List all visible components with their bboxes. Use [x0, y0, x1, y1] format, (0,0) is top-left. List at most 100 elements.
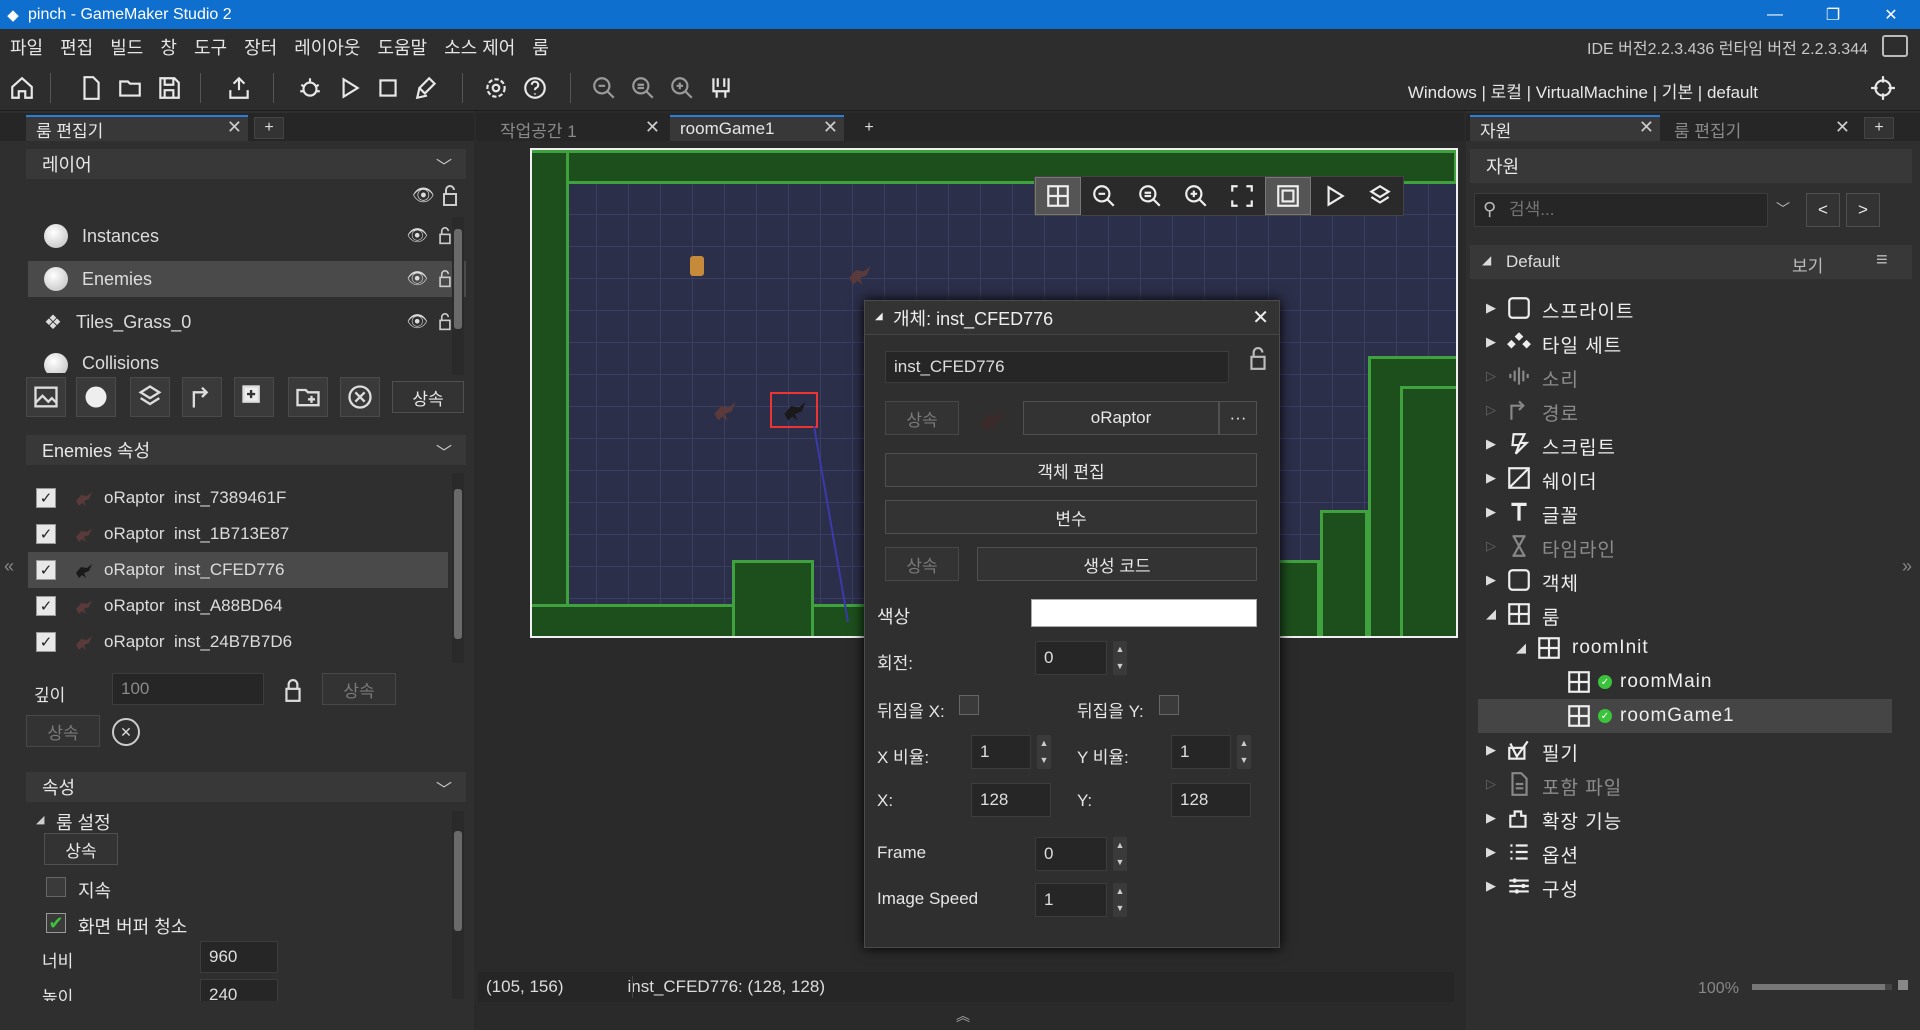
add-tab-button[interactable]: +	[254, 117, 284, 139]
zoom-out-icon[interactable]	[1081, 177, 1127, 215]
close-tab-icon[interactable]: ✕	[645, 117, 660, 138]
properties-scrollbar[interactable]	[452, 811, 464, 999]
grid-toggle-icon[interactable]	[1035, 177, 1081, 215]
instance-row[interactable]: ✓ oRaptor inst_CFED776	[28, 552, 448, 588]
tree-item[interactable]: ✓ roomGame1	[1478, 699, 1892, 733]
tree-item[interactable]: ◢ 룸	[1478, 597, 1892, 631]
instance-row[interactable]: ✓ oRaptor inst_7389461F	[28, 480, 448, 516]
run-icon[interactable]	[332, 71, 366, 105]
layer-instances[interactable]: Instances 👁	[28, 218, 466, 254]
lock-icon[interactable]	[438, 227, 452, 245]
tree-item[interactable]: ▷ 경로	[1478, 393, 1892, 427]
chevron-down-icon[interactable]: ﹀	[436, 776, 452, 800]
frame-input[interactable]: 0	[1035, 837, 1107, 871]
settings-icon[interactable]	[479, 71, 513, 105]
zoom-reset-icon[interactable]	[626, 71, 660, 105]
instance-visible-checkbox[interactable]: ✓	[36, 632, 56, 652]
collapse-arrow-icon[interactable]: ◢	[36, 813, 44, 826]
x-position-input[interactable]: 128	[971, 783, 1051, 817]
stop-icon[interactable]	[371, 71, 405, 105]
minimize-button[interactable]: —	[1746, 0, 1804, 29]
zoom-in-icon[interactable]	[665, 71, 699, 105]
close-popup-icon[interactable]: ✕	[1252, 305, 1269, 330]
expand-arrow-icon[interactable]: ▷	[1486, 368, 1500, 384]
tree-item[interactable]: ▶ 옵션	[1478, 835, 1892, 869]
menu-marketplace[interactable]: 장터	[237, 34, 284, 60]
inherit-creation-code-button[interactable]: 상속	[885, 547, 959, 581]
menu-tools[interactable]: 도구	[187, 34, 234, 60]
save-icon[interactable]	[152, 71, 186, 105]
lock-icon[interactable]	[438, 270, 452, 288]
expand-arrow-icon[interactable]: ▷	[1486, 402, 1500, 418]
home-icon[interactable]	[5, 71, 39, 105]
tab-room-editor[interactable]: 룸 편집기 ✕	[26, 115, 248, 141]
export-icon[interactable]	[222, 71, 256, 105]
layers-icon[interactable]	[1357, 177, 1403, 215]
expand-arrow-icon[interactable]: ▶	[1486, 878, 1500, 894]
zoom-in-icon[interactable]	[1173, 177, 1219, 215]
tree-item[interactable]: ▶ 글꼴	[1478, 495, 1892, 529]
selected-instance-box[interactable]	[770, 392, 818, 428]
expand-arrow-icon[interactable]: ▶	[1486, 436, 1500, 452]
enemies-properties-header[interactable]: Enemies 속성 ﹀	[26, 435, 466, 465]
expand-arrow-icon[interactable]: ◢	[1486, 606, 1500, 622]
eye-icon[interactable]: 👁	[406, 269, 428, 289]
help-icon[interactable]	[518, 71, 552, 105]
lock-icon[interactable]	[442, 185, 458, 207]
hamburger-menu-icon[interactable]: ≡	[1876, 249, 1888, 272]
layer-tiles-grass[interactable]: ❖ Tiles_Grass_0 👁	[28, 304, 466, 340]
instance-name-input[interactable]: inst_CFED776	[885, 351, 1229, 383]
frame-stepper[interactable]: ▲ ▼	[1113, 837, 1127, 871]
tree-item[interactable]: ▶ 구성	[1478, 869, 1892, 903]
player-sprite-icon[interactable]	[690, 256, 704, 276]
zoom-out-icon[interactable]	[587, 71, 621, 105]
chevron-down-icon[interactable]: ﹀	[436, 153, 452, 177]
tree-item[interactable]: ▷ 소리	[1478, 359, 1892, 393]
eye-icon[interactable]: 👁	[406, 312, 428, 332]
expand-arrow-icon[interactable]: ▶	[1486, 810, 1500, 826]
tree-item[interactable]: ◢ roomInit	[1478, 631, 1892, 665]
close-tab-icon[interactable]: ✕	[1835, 117, 1850, 138]
inherit-depth-button[interactable]: 상속	[322, 673, 396, 705]
add-instance-layer-button[interactable]	[76, 377, 116, 417]
rotation-stepper[interactable]: ▲ ▼	[1113, 641, 1127, 675]
expand-output-icon[interactable]: ︽	[956, 1006, 970, 1026]
new-icon[interactable]	[74, 71, 108, 105]
search-dropdown-icon[interactable]: ﹀	[1776, 199, 1790, 219]
instance-row[interactable]: ✓ oRaptor inst_24B7B7D6	[28, 624, 448, 660]
open-icon[interactable]	[113, 71, 147, 105]
tree-item[interactable]: ▷ 타임라인	[1478, 529, 1892, 563]
close-tab-icon[interactable]: ✕	[227, 117, 242, 138]
tab-workspace[interactable]: 작업공간 1 ✕	[490, 115, 666, 141]
inherit-layer-button[interactable]: 상속	[392, 381, 464, 413]
depth-input[interactable]: 100	[112, 673, 264, 705]
collapse-arrow-icon[interactable]: ◢	[875, 311, 883, 322]
menu-window[interactable]: 창	[153, 34, 184, 60]
tree-item[interactable]: ✓ roomMain	[1478, 665, 1892, 699]
expand-arrow-icon[interactable]: ▶	[1486, 742, 1500, 758]
add-tab-button[interactable]: +	[1864, 117, 1894, 139]
add-background-layer-button[interactable]	[26, 377, 66, 417]
add-tab-button[interactable]: +	[854, 117, 884, 139]
menu-source-control[interactable]: 소스 제어	[437, 34, 522, 60]
close-tab-icon[interactable]: ✕	[1639, 117, 1654, 138]
add-tile-layer-button[interactable]	[130, 377, 170, 417]
gamepad-icon[interactable]	[704, 71, 738, 105]
layers-header[interactable]: 레이어 ﹀	[26, 149, 466, 179]
collapse-right-icon[interactable]: »	[1902, 556, 1912, 577]
target-icon[interactable]	[1866, 71, 1900, 105]
persistent-checkbox[interactable]	[46, 877, 66, 897]
room-width-input[interactable]: 960	[200, 941, 278, 973]
expand-arrow-icon[interactable]: ◢	[1516, 640, 1530, 656]
zoom-slider[interactable]	[1752, 984, 1892, 990]
instance-visible-checkbox[interactable]: ✓	[36, 488, 56, 508]
restore-button[interactable]: ❐	[1804, 0, 1862, 29]
collapse-left-icon[interactable]: «	[4, 556, 14, 577]
menu-edit[interactable]: 편집	[53, 34, 100, 60]
add-folder-button[interactable]	[288, 377, 328, 417]
inherit-object-button[interactable]: 상속	[885, 401, 959, 435]
tree-item[interactable]: ▶ 스크립트	[1478, 427, 1892, 461]
clear-buffer-checkbox[interactable]: ✔	[46, 913, 66, 933]
tab-roomgame1[interactable]: roomGame1 ✕	[670, 115, 844, 141]
expand-arrow-icon[interactable]: ▶	[1486, 470, 1500, 486]
